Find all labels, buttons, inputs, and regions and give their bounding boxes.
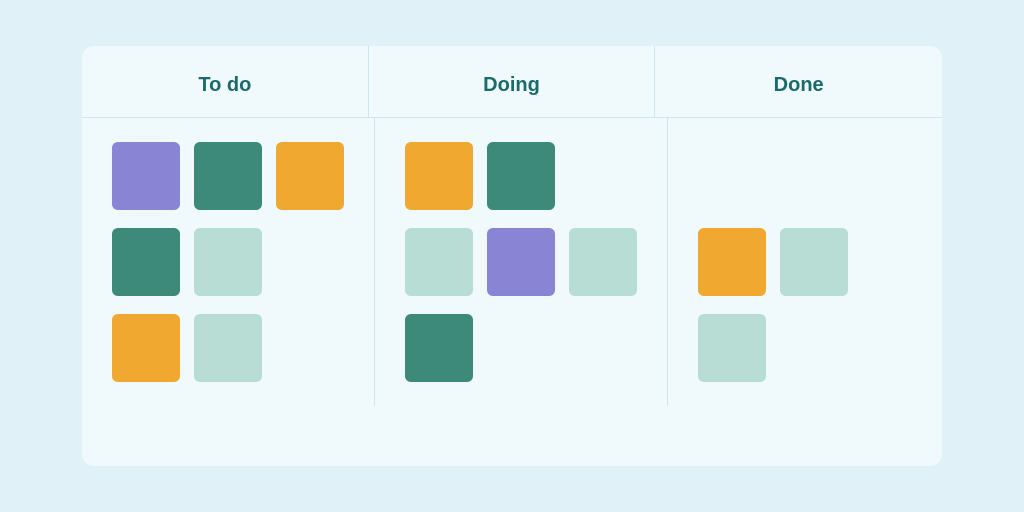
card-item[interactable] [487, 142, 555, 210]
card-item[interactable] [112, 314, 180, 382]
card-item[interactable] [780, 228, 848, 296]
card-row [112, 228, 344, 296]
card-item[interactable] [569, 228, 637, 296]
card-item[interactable] [487, 228, 555, 296]
card-row [405, 142, 637, 210]
board-header: To do Doing Done [82, 46, 942, 118]
column-header-done: Done [655, 46, 942, 117]
card-item[interactable] [112, 142, 180, 210]
card-row [405, 314, 637, 382]
card-item[interactable] [698, 314, 766, 382]
kanban-board: To do Doing Done [82, 46, 942, 466]
card-item[interactable] [194, 228, 262, 296]
column-header-todo: To do [82, 46, 369, 117]
card-row [698, 228, 912, 296]
card-row [698, 142, 912, 210]
column-done [668, 118, 942, 406]
card-item[interactable] [405, 228, 473, 296]
card-item[interactable] [194, 142, 262, 210]
card-row [112, 314, 344, 382]
column-header-doing: Doing [369, 46, 656, 117]
card-row [112, 142, 344, 210]
card-item[interactable] [112, 228, 180, 296]
column-doing [375, 118, 668, 406]
card-item[interactable] [276, 142, 344, 210]
card-item[interactable] [405, 142, 473, 210]
card-row [405, 228, 637, 296]
card-row [698, 314, 912, 382]
card-item[interactable] [698, 228, 766, 296]
card-item[interactable] [405, 314, 473, 382]
card-item[interactable] [194, 314, 262, 382]
column-todo [82, 118, 375, 406]
board-body [82, 118, 942, 406]
